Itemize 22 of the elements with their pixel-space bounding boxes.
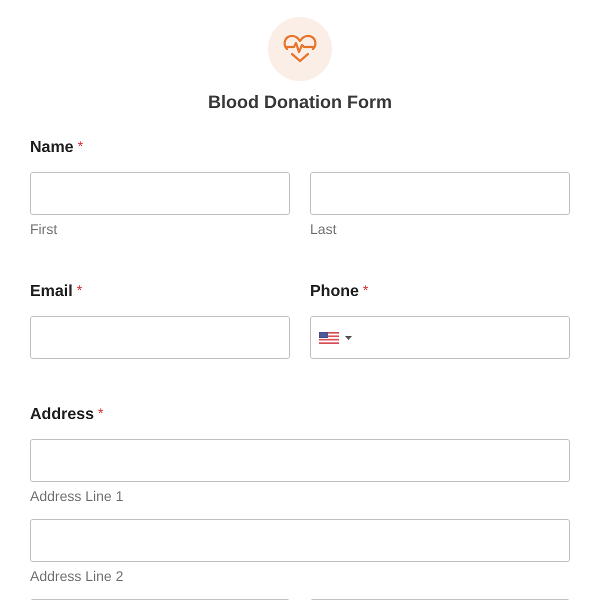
field-label: Name: [30, 138, 74, 158]
field-sublabel: Address Line 2: [30, 567, 124, 586]
input-field[interactable]: [30, 316, 290, 359]
field-label: Email: [30, 282, 73, 302]
country-selector[interactable]: [319, 332, 352, 344]
input-field[interactable]: [30, 172, 290, 215]
required-asterisk: *: [98, 405, 104, 421]
phone-input-field[interactable]: [310, 316, 570, 359]
required-asterisk: *: [76, 282, 82, 298]
required-asterisk: *: [362, 282, 368, 298]
caret-icon: [345, 336, 352, 340]
field-sublabel: First: [30, 220, 58, 239]
field-label: Address: [30, 405, 94, 425]
field-sublabel: Address Line 1: [30, 487, 124, 506]
input-field[interactable]: [310, 172, 570, 215]
form-title: Blood Donation Form: [208, 91, 392, 114]
input-field[interactable]: [30, 519, 570, 562]
field-sublabel: Last: [310, 220, 338, 239]
field-label: Phone: [310, 282, 359, 302]
input-field[interactable]: [30, 439, 570, 482]
us-flag-icon: [319, 332, 339, 344]
required-asterisk: *: [78, 138, 84, 154]
